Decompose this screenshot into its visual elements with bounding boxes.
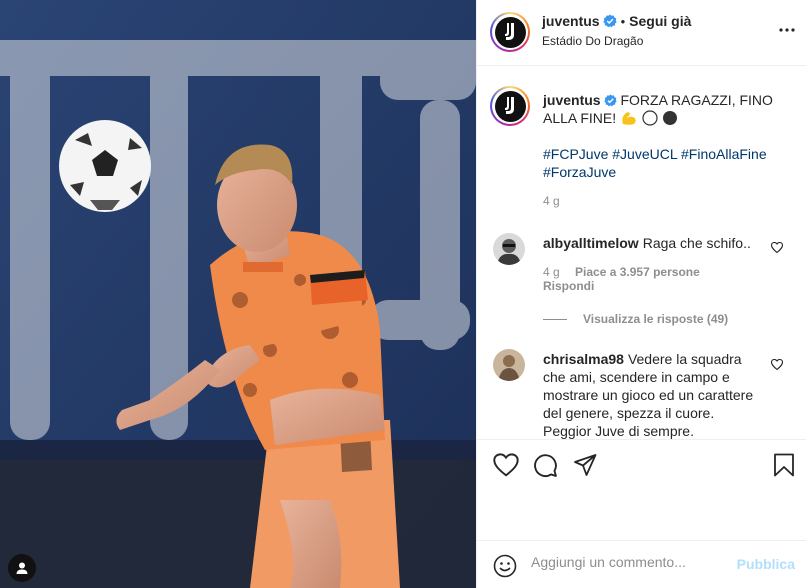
hashtag-link[interactable]: #FinoAllaFine <box>681 146 767 162</box>
white-circle-icon <box>642 110 658 126</box>
flexed-biceps-icon <box>622 112 636 125</box>
more-options-icon[interactable] <box>779 20 795 35</box>
caption-text: juventus FORZA RAGAZZI, FINO ALLA FINE! <box>543 91 793 127</box>
add-comment-bar: Pubblica <box>477 540 806 588</box>
comment-avatar[interactable] <box>493 349 525 381</box>
verified-badge-icon <box>602 14 617 28</box>
caption-avatar[interactable] <box>490 86 530 126</box>
hashtag-link[interactable]: #ForzaJuve <box>543 164 616 180</box>
avatar[interactable] <box>490 12 530 52</box>
post-photo[interactable] <box>0 0 476 588</box>
caption-timestamp[interactable]: 4 g <box>543 194 560 208</box>
juventus-logo-icon <box>505 97 514 114</box>
comment-username[interactable]: albyalltimelow <box>543 235 639 251</box>
comment-meta: 4 g Piace a 3.957 persone <box>543 265 700 279</box>
view-replies-label: Visualizza le risposte (49) <box>583 312 729 326</box>
comment-input[interactable] <box>531 554 731 570</box>
comment-body: chrisalma98 Vedere la squadra che ami, sc… <box>543 350 763 439</box>
header-line: juventus • Segui già <box>542 13 691 29</box>
header-username[interactable]: juventus <box>542 13 600 29</box>
juventus-logo-icon <box>505 23 514 40</box>
comment-icon[interactable] <box>533 453 558 481</box>
tagged-user-icon[interactable] <box>8 554 36 582</box>
reply-button[interactable]: Rispondi <box>543 279 594 293</box>
replies-divider <box>543 319 567 321</box>
comment-like-heart-icon[interactable] <box>770 241 784 256</box>
comment-time[interactable]: 4 g <box>543 265 560 279</box>
location-link[interactable]: Estádio Do Dragão <box>542 34 643 48</box>
black-circle-icon <box>662 111 677 125</box>
post-side-panel: juventus • Segui già Estádio Do Dragão j… <box>476 0 806 588</box>
hashtag-link[interactable]: #JuveUCL <box>612 146 677 162</box>
emoji-icon[interactable] <box>493 554 517 581</box>
comment-username[interactable]: chrisalma98 <box>543 351 624 367</box>
comment-body: albyalltimelow Raga che schifo.. <box>543 234 763 252</box>
post-header: juventus • Segui già Estádio Do Dragão <box>477 0 806 66</box>
comment-text: Raga che schifo.. <box>642 235 751 251</box>
post-actions <box>477 439 806 549</box>
following-button[interactable]: Segui già <box>629 13 691 29</box>
caption-hashtags: #FCPJuve #JuveUCL #FinoAllaFine #ForzaJu… <box>543 145 793 181</box>
comments-list[interactable]: juventus FORZA RAGAZZI, FINO ALLA FINE! <box>477 67 806 439</box>
publish-button[interactable]: Pubblica <box>737 556 795 572</box>
hashtag-link[interactable]: #FCPJuve <box>543 146 608 162</box>
view-replies-button[interactable]: Visualizza le risposte (49) <box>543 312 728 326</box>
instagram-post: juventus • Segui già Estádio Do Dragão j… <box>0 0 806 588</box>
paper-plane-icon[interactable] <box>573 453 598 480</box>
comment-likes[interactable]: Piace a 3.957 persone <box>575 265 700 279</box>
bookmark-icon[interactable] <box>773 453 795 480</box>
separator-dot: • <box>620 14 626 29</box>
heart-icon[interactable] <box>493 453 519 480</box>
football-player-photo <box>0 0 476 588</box>
verified-badge-icon <box>603 94 617 107</box>
comment-like-heart-icon[interactable] <box>770 358 784 373</box>
caption-username[interactable]: juventus <box>543 92 601 108</box>
comment-avatar[interactable] <box>493 233 525 265</box>
